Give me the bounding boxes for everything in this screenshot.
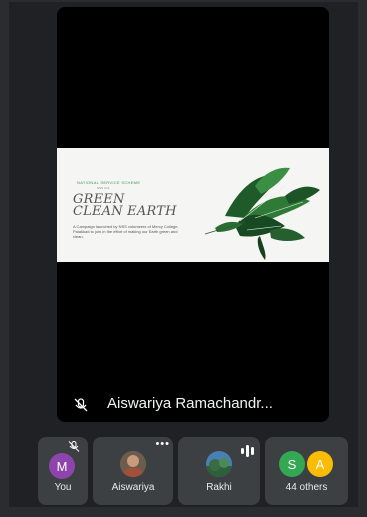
avatar-s: S — [279, 451, 305, 477]
avatar — [120, 451, 146, 477]
more-options-icon[interactable]: ••• — [155, 439, 170, 450]
mic-off-icon — [68, 441, 80, 452]
main-video-tile[interactable]: NATIONAL SERVICE SCHEME NSS Unit GREEN C… — [57, 7, 329, 422]
slide-title-line2: CLEAN EARTH — [73, 204, 177, 219]
avatar — [206, 451, 232, 477]
participant-name: Aiswariya — [111, 482, 155, 493]
participant-name: You — [54, 482, 72, 493]
slide-kicker: NATIONAL SERVICE SCHEME — [77, 180, 141, 185]
avatar-a: A — [307, 451, 333, 477]
speaking-indicator-icon — [241, 442, 257, 457]
participant-name: Rakhi — [206, 482, 232, 493]
participant-tile-you[interactable]: M You — [38, 437, 88, 505]
participant-tile-aiswariya[interactable]: ••• Aiswariya — [93, 437, 173, 505]
participant-tile-others[interactable]: S A 44 others — [265, 437, 348, 505]
participant-tile-rakhi[interactable]: Rakhi — [178, 437, 260, 505]
tile-footer: Aiswariya Ramachandr... — [57, 386, 329, 422]
mic-off-icon — [74, 398, 88, 412]
speaker-name: Aiswariya Ramachandr... — [107, 395, 273, 412]
slide-body: A Campaign launched by NSS volunteers of… — [73, 224, 179, 239]
shared-slide: NATIONAL SERVICE SCHEME NSS Unit GREEN C… — [57, 148, 329, 262]
slide-title: GREEN CLEAN EARTH — [73, 193, 177, 219]
avatar: M — [49, 453, 75, 479]
participant-name: 44 others — [285, 482, 328, 493]
leaf-artwork — [204, 167, 320, 260]
slide-kicker-sub: NSS Unit — [97, 186, 110, 190]
